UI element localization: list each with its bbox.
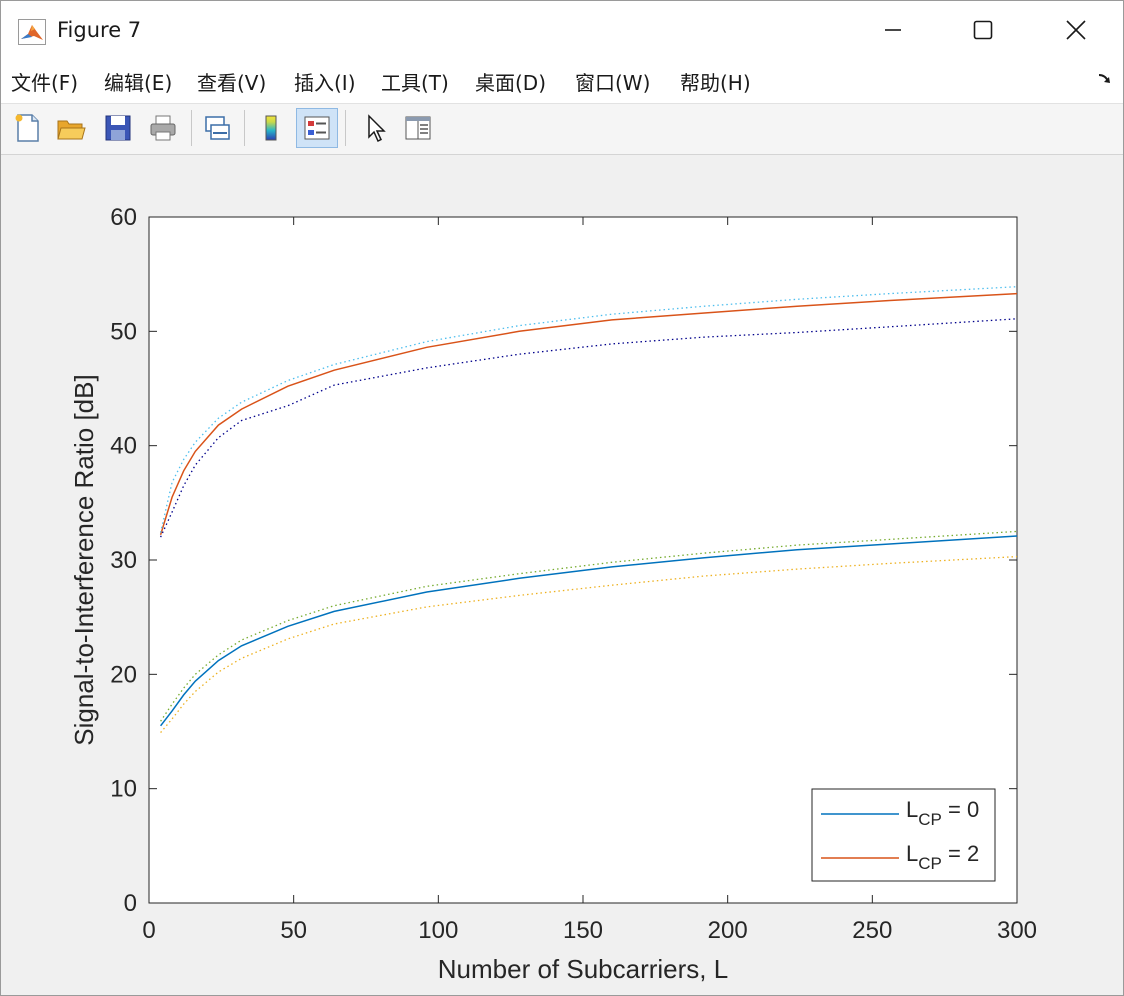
- property-inspector-button[interactable]: [397, 108, 439, 148]
- menu-view[interactable]: 查看(V): [197, 67, 266, 96]
- new-figure-button[interactable]: [6, 108, 48, 148]
- menu-insert[interactable]: 插入(I): [294, 67, 356, 96]
- title-bar[interactable]: Figure 7: [1, 1, 1123, 59]
- y-tick-label: 10: [110, 776, 137, 803]
- maximize-icon: [973, 20, 993, 40]
- x-tick-label: 50: [280, 917, 307, 944]
- x-tick-label: 200: [708, 917, 748, 944]
- legend[interactable]: LCP = 0 LCP = 2: [811, 788, 996, 882]
- menu-bar: 文件(F) 编辑(E) 查看(V) 插入(I) 工具(T) 桌面(D) 窗口(W…: [1, 59, 1123, 104]
- legend-label-subscript: CP: [918, 854, 942, 873]
- print-icon: [150, 115, 176, 141]
- y-tick-label: 0: [124, 890, 137, 917]
- legend-label-main: L: [906, 841, 918, 866]
- close-icon: [1066, 20, 1086, 40]
- matlab-logo-icon: [18, 19, 46, 45]
- toolbar-separator: [191, 110, 192, 146]
- x-tick-label: 150: [563, 917, 603, 944]
- figure-window: Figure 7 文件(F) 编辑(E) 查看(V) 插入(I) 工具(T) 桌…: [0, 0, 1124, 996]
- new-figure-icon: [15, 114, 39, 142]
- menu-help[interactable]: 帮助(H): [680, 67, 751, 96]
- link-plot-icon: [205, 116, 230, 140]
- legend-label-subscript: CP: [918, 810, 942, 829]
- insert-legend-icon: [304, 116, 330, 140]
- x-tick-label: 0: [142, 917, 155, 944]
- toolbar: [1, 104, 1123, 155]
- menu-window[interactable]: 窗口(W): [575, 67, 650, 96]
- property-inspector-icon: [405, 116, 431, 140]
- insert-colorbar-button[interactable]: [250, 108, 292, 148]
- print-button[interactable]: [142, 108, 184, 148]
- window-title: Figure 7: [57, 18, 142, 42]
- save-icon: [105, 115, 131, 141]
- toolbar-separator: [345, 110, 346, 146]
- legend-label-rest: = 0: [942, 797, 979, 822]
- menu-desktop[interactable]: 桌面(D): [475, 67, 546, 96]
- menu-file[interactable]: 文件(F): [11, 67, 78, 96]
- legend-label-rest: = 2: [942, 841, 979, 866]
- minimize-icon: [885, 29, 901, 31]
- x-axis-label: Number of Subcarriers, L: [438, 954, 728, 984]
- insert-legend-button[interactable]: [296, 108, 338, 148]
- sir-line-chart[interactable]: 0 50 100 150 200 250 300 0 10 20 30 40 50 60 Number o…: [1, 155, 1123, 995]
- open-file-icon: [57, 120, 86, 140]
- close-button[interactable]: [1046, 9, 1106, 51]
- maximize-button[interactable]: [953, 9, 1013, 51]
- x-tick-label: 250: [852, 917, 892, 944]
- toolbar-dock-arrow-icon[interactable]: [1097, 71, 1113, 87]
- x-tick-label: 300: [997, 917, 1037, 944]
- y-axis-label: Signal-to-Interference Ratio [dB]: [69, 374, 99, 745]
- x-tick-label: 100: [418, 917, 458, 944]
- open-file-button[interactable]: [50, 108, 92, 148]
- legend-label-main: L: [906, 797, 918, 822]
- menu-tools[interactable]: 工具(T): [381, 67, 449, 96]
- edit-plot-icon: [368, 114, 386, 143]
- save-button[interactable]: [97, 108, 139, 148]
- figure-canvas: 0 50 100 150 200 250 300 0 10 20 30 40 50 60 Number o…: [1, 155, 1123, 995]
- y-tick-label: 60: [110, 204, 137, 231]
- minimize-button[interactable]: [863, 9, 923, 51]
- y-tick-label: 30: [110, 547, 137, 574]
- y-tick-label: 50: [110, 318, 137, 345]
- link-plot-button[interactable]: [196, 108, 238, 148]
- insert-colorbar-icon: [265, 115, 277, 141]
- menu-edit[interactable]: 编辑(E): [104, 67, 172, 96]
- edit-plot-button[interactable]: [353, 108, 395, 148]
- y-tick-label: 40: [110, 433, 137, 460]
- toolbar-separator: [244, 110, 245, 146]
- y-tick-label: 20: [110, 661, 137, 688]
